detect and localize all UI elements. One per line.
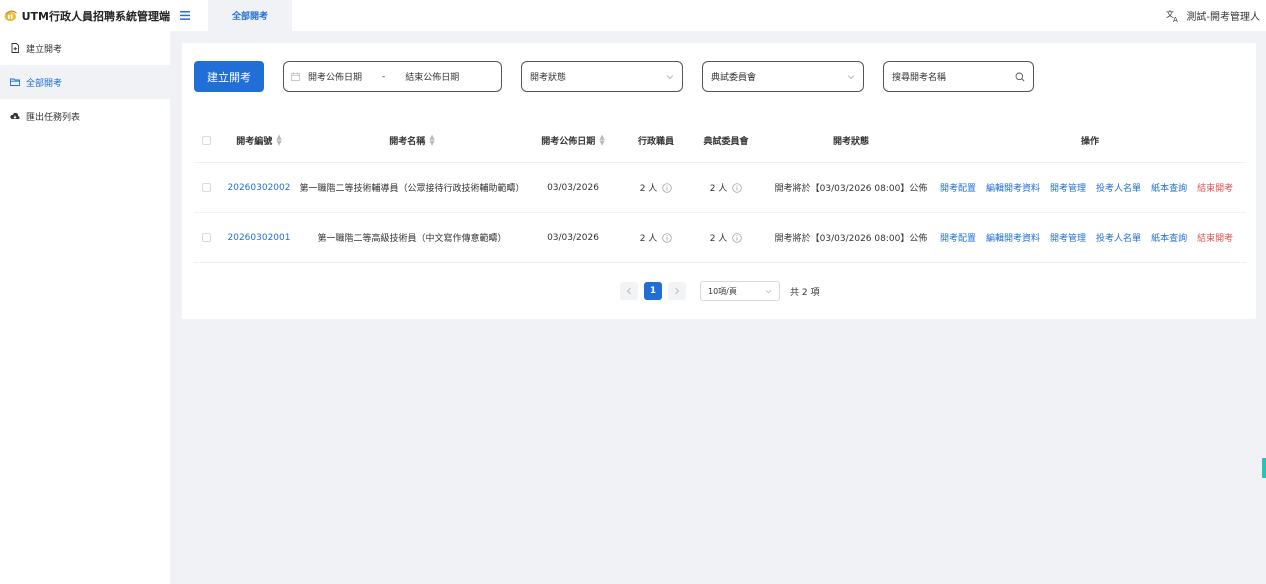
committee-select[interactable]: 典試委員會 — [702, 61, 864, 92]
committee-count: 2 人 — [696, 163, 756, 212]
tab-all-exams[interactable]: 全部開考 — [208, 0, 292, 31]
paper-query-link[interactable]: 紙本查詢 — [1151, 231, 1187, 244]
applicants-link[interactable]: 投考人名單 — [1096, 181, 1141, 194]
menu-toggle-button[interactable] — [174, 0, 196, 31]
chevron-down-icon — [847, 74, 855, 79]
filter-bar: 建立開考 開考公佈日期 - 結束公佈日期 開考狀態 典試委員會 搜尋開考名稱 — [194, 61, 1034, 92]
exam-status: 開考將於【03/03/2026 08:00】公佈 — [774, 234, 928, 244]
exam-name: 第一職階二等技術輔導員（公眾接待行政技術輔助範疇） — [299, 184, 525, 194]
admin-count: 2 人 — [626, 163, 686, 212]
header-ops: 操作 — [1080, 136, 1099, 147]
folder-icon — [10, 78, 20, 86]
sidebar-item-create-exam[interactable]: 建立開考 — [0, 31, 170, 65]
page-size-select[interactable]: 10項/頁 — [700, 281, 780, 301]
pagination: 1 10項/頁 共 2 項 — [620, 281, 819, 301]
search-icon[interactable] — [1015, 72, 1025, 82]
info-icon[interactable] — [662, 182, 672, 193]
hamburger-icon — [180, 11, 190, 20]
checkbox[interactable] — [202, 183, 211, 192]
committee-select-placeholder: 典試委員會 — [711, 73, 757, 83]
config-link[interactable]: 開考配置 — [940, 231, 976, 244]
exam-list-card: 建立開考 開考公佈日期 - 結束公佈日期 開考狀態 典試委員會 搜尋開考名稱 開… — [182, 43, 1256, 319]
select-all-checkbox[interactable] — [202, 118, 211, 162]
sidebar-item-export-tasks[interactable]: 匯出任務列表 — [0, 99, 170, 133]
chevron-down-icon — [666, 74, 674, 79]
total-count: 共 2 項 — [790, 287, 820, 298]
current-page-button[interactable]: 1 — [644, 282, 662, 300]
logo-area: UTM行政人員招聘系統管理端 — [0, 0, 170, 31]
exam-code-link[interactable]: 20260302002 — [224, 163, 294, 212]
exam-code-link[interactable]: 20260302001 — [224, 213, 294, 262]
info-icon[interactable] — [662, 232, 672, 243]
table-row: 20260302002 第一職階二等技術輔導員（公眾接待行政技術輔助範疇） 03… — [194, 163, 1246, 213]
paper-query-link[interactable]: 紙本查詢 — [1151, 181, 1187, 194]
committee-count: 2 人 — [696, 213, 756, 262]
sidebar-item-label: 建立開考 — [26, 44, 63, 55]
date-end-input[interactable]: 結束公佈日期 — [405, 70, 459, 83]
document-add-icon — [11, 43, 19, 53]
prev-page-button[interactable] — [620, 282, 638, 300]
sidebar-item-label: 全部開考 — [26, 78, 63, 89]
manage-link[interactable]: 開考管理 — [1050, 231, 1086, 244]
chevron-left-icon — [626, 287, 631, 295]
exam-name: 第一職階二等高級技術員（中文寫作傳意範疇） — [317, 234, 507, 244]
edit-link[interactable]: 編輯開考資料 — [986, 231, 1040, 244]
applicants-link[interactable]: 投考人名單 — [1096, 231, 1141, 244]
translate-icon[interactable]: 文 A — [1166, 9, 1180, 23]
checkbox[interactable] — [202, 135, 211, 145]
status-select[interactable]: 開考狀態 — [521, 61, 683, 92]
config-link[interactable]: 開考配置 — [940, 181, 976, 194]
user-menu[interactable]: 文 A 測試-開考管理人 — [1166, 8, 1266, 24]
sidebar: 建立開考 全部開考 匯出任務列表 — [0, 31, 170, 584]
sort-icon[interactable]: ▲ ▼ — [429, 134, 434, 147]
header-date[interactable]: 開考公佈日期 ▲ ▼ — [530, 118, 616, 162]
date-separator: - — [382, 71, 386, 82]
edit-link[interactable]: 編輯開考資料 — [986, 181, 1040, 194]
utm-logo-icon — [4, 10, 17, 21]
table-row: 20260302001 第一職階二等高級技術員（中文寫作傳意範疇） 03/03/… — [194, 213, 1246, 263]
floating-side-tab[interactable] — [1262, 458, 1266, 478]
exam-table: 開考編號 ▲ ▼ 開考名稱 ▲ ▼ 開考公佈日期 ▲ ▼ 行政職員 典試委員會 開考狀… — [194, 118, 1246, 263]
admin-count: 2 人 — [626, 213, 686, 262]
exam-date: 03/03/2026 — [547, 232, 599, 243]
end-exam-link[interactable]: 結束開考 — [1197, 231, 1233, 244]
cloud-download-icon — [10, 112, 20, 119]
calendar-icon — [291, 72, 300, 81]
info-icon[interactable] — [732, 232, 742, 243]
chevron-right-icon — [675, 287, 680, 295]
exam-status: 開考將於【03/03/2026 08:00】公佈 — [774, 184, 928, 194]
search-input[interactable]: 搜尋開考名稱 — [883, 61, 1034, 92]
checkbox[interactable] — [202, 233, 211, 242]
row-actions: 開考配置 編輯開考資料 開考管理 投考人名單 紙本查詢 結束開考 — [940, 163, 1246, 212]
header-code[interactable]: 開考編號 ▲ ▼ — [224, 118, 294, 162]
info-icon[interactable] — [732, 182, 742, 193]
header-admin: 行政職員 — [637, 136, 674, 147]
chevron-down-icon — [765, 289, 772, 293]
header-name[interactable]: 開考名稱 ▲ ▼ — [294, 118, 530, 162]
create-exam-button[interactable]: 建立開考 — [194, 61, 264, 92]
sort-icon[interactable]: ▲ ▼ — [276, 134, 281, 147]
user-name[interactable]: 測試-開考管理人 — [1186, 8, 1260, 23]
page-size-value: 10項/頁 — [708, 286, 737, 296]
app-title: UTM行政人員招聘系統管理端 — [21, 9, 170, 23]
top-bar: UTM行政人員招聘系統管理端 全部開考 文 A 測試-開考管理人 — [0, 0, 1266, 31]
search-placeholder: 搜尋開考名稱 — [892, 73, 947, 83]
status-select-placeholder: 開考狀態 — [530, 73, 567, 83]
sort-icon[interactable]: ▲ ▼ — [599, 134, 604, 147]
row-checkbox[interactable] — [202, 163, 211, 212]
svg-text:A: A — [1173, 16, 1178, 23]
header-status: 開考狀態 — [832, 136, 869, 147]
row-checkbox[interactable] — [202, 213, 211, 262]
end-exam-link[interactable]: 結束開考 — [1197, 181, 1233, 194]
exam-date: 03/03/2026 — [547, 182, 599, 193]
header-committee: 典試委員會 — [703, 136, 749, 147]
table-header-row: 開考編號 ▲ ▼ 開考名稱 ▲ ▼ 開考公佈日期 ▲ ▼ 行政職員 典試委員會 開考狀… — [194, 118, 1246, 163]
sidebar-item-label: 匯出任務列表 — [26, 112, 81, 123]
row-actions: 開考配置 編輯開考資料 開考管理 投考人名單 紙本查詢 結束開考 — [940, 213, 1246, 262]
date-range-picker[interactable]: 開考公佈日期 - 結束公佈日期 — [283, 61, 502, 92]
sidebar-item-all-exams[interactable]: 全部開考 — [0, 65, 170, 99]
date-start-input[interactable]: 開考公佈日期 — [308, 70, 362, 83]
next-page-button[interactable] — [668, 282, 686, 300]
manage-link[interactable]: 開考管理 — [1050, 181, 1086, 194]
